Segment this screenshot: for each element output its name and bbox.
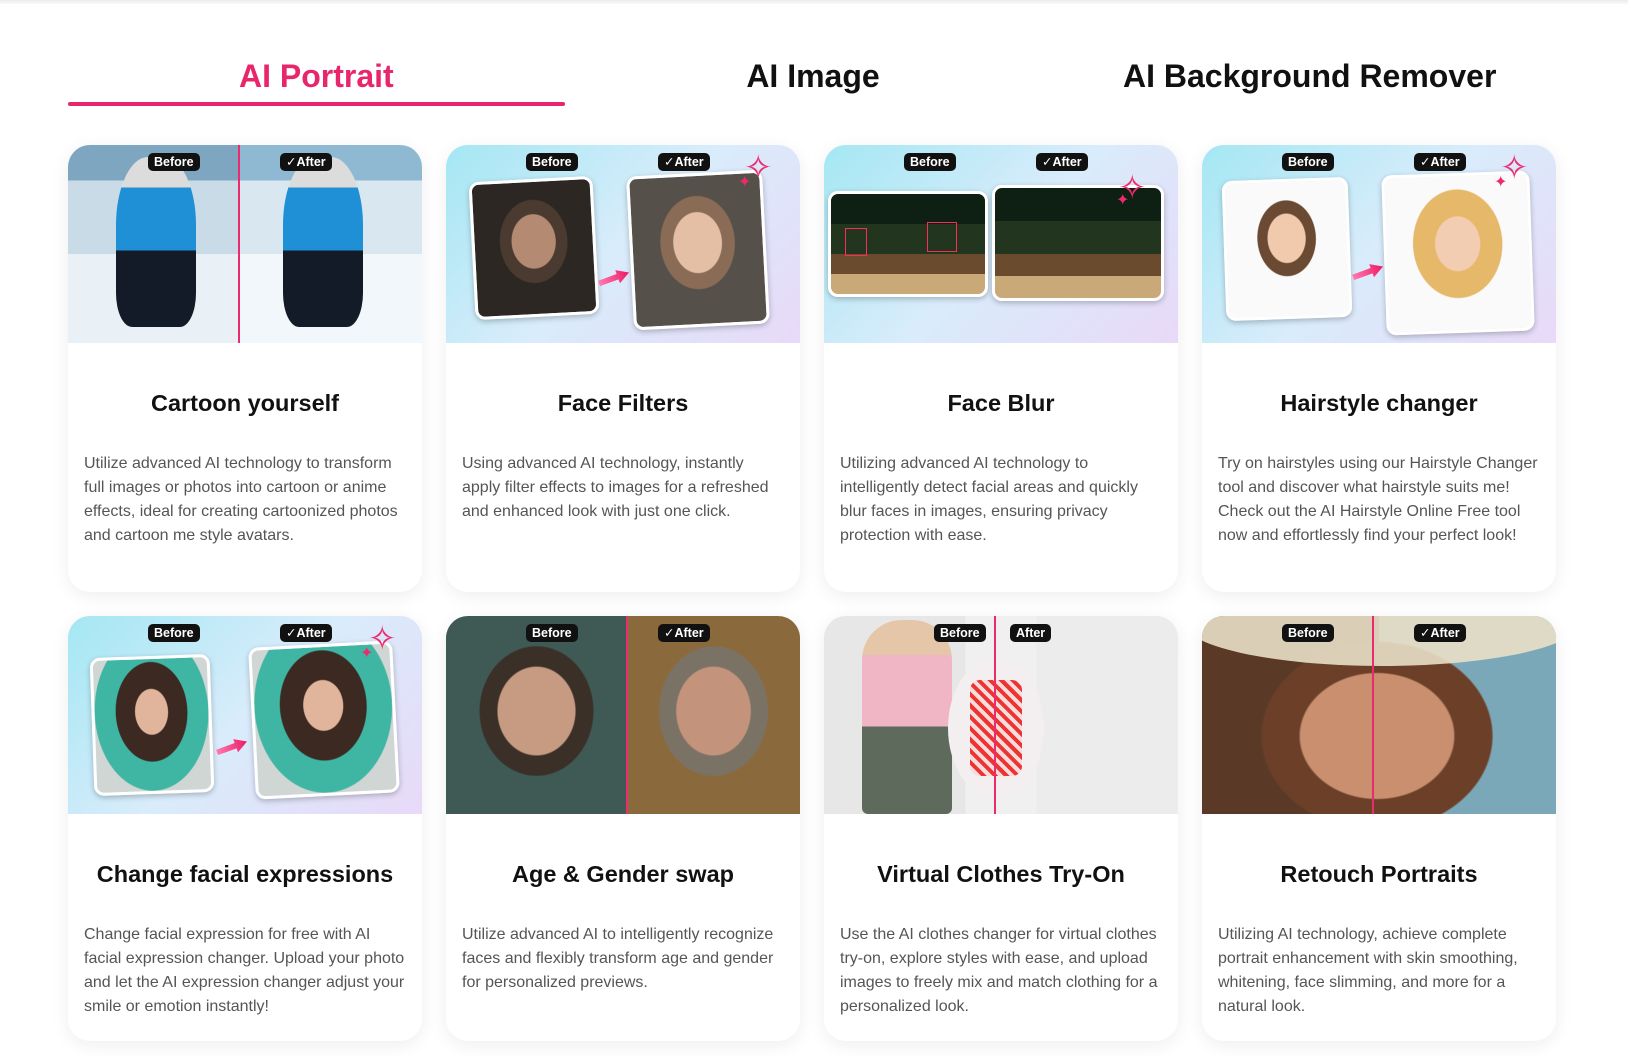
before-badge: Before (148, 624, 200, 642)
card-title: Face Blur (947, 390, 1055, 416)
before-after-thumbnail: Before ✓After (68, 145, 422, 343)
after-badge: After (1010, 624, 1052, 642)
before-badge: Before (148, 153, 200, 171)
card-description: Change facial expression for free with A… (84, 926, 405, 1015)
tool-card-face-blur[interactable]: ✧ ✦ Before ✓After Face Blur Utilizing ad… (824, 145, 1178, 592)
before-badge: Before (526, 153, 578, 171)
card-description: Utilizing advanced AI technology to inte… (840, 455, 1138, 544)
tool-card-cartoon-yourself[interactable]: Before ✓After Cartoon yourself Utilize a… (68, 145, 422, 592)
tool-card-face-filters[interactable]: ✧ ✦ Before ✓After Face Filters Using adv… (446, 145, 800, 592)
before-badge: Before (1282, 153, 1334, 171)
top-border (0, 0, 1628, 4)
model-before (862, 620, 952, 814)
after-badge: ✓After (658, 624, 710, 642)
before-image (68, 145, 239, 343)
card-description: Utilizing AI technology, achieve complet… (1218, 926, 1518, 1015)
tool-card-virtual-clothes-try-on[interactable]: Before After Virtual Clothes Try-On Use … (824, 616, 1178, 1041)
garment-circle (948, 658, 1044, 798)
card-description: Utilize advanced AI technology to transf… (84, 455, 398, 544)
split-divider (1372, 616, 1374, 814)
after-image (1381, 170, 1535, 336)
before-after-thumbnail: ✧ ✦ Before ✓After (68, 616, 422, 814)
card-title: Hairstyle changer (1280, 390, 1478, 416)
tab-ai-image[interactable]: AI Image (565, 40, 1062, 106)
before-image (1221, 176, 1353, 322)
before-after-thumbnail: Before ✓After (1202, 616, 1556, 814)
category-tabs: AI Portrait AI Image AI Background Remov… (68, 40, 1558, 106)
before-badge: Before (1282, 624, 1334, 642)
before-image (446, 616, 627, 814)
before-after-thumbnail: Before After (824, 616, 1178, 814)
card-title: Retouch Portraits (1280, 861, 1478, 887)
tool-card-age-gender-swap[interactable]: Before ✓After Age & Gender swap Utilize … (446, 616, 800, 1041)
split-divider (994, 616, 996, 814)
card-description: Using advanced AI technology, instantly … (462, 455, 769, 520)
sparkle-icon: ✦ (738, 174, 752, 191)
before-image (89, 653, 215, 797)
arrow-icon (597, 266, 632, 290)
before-after-thumbnail: Before ✓After (446, 616, 800, 814)
tool-grid: Before ✓After Cartoon yourself Utilize a… (68, 145, 1556, 1041)
after-badge: ✓After (280, 624, 332, 642)
card-title: Face Filters (557, 390, 689, 416)
card-description: Use the AI clothes changer for virtual c… (840, 926, 1158, 1015)
before-image (828, 191, 988, 297)
before-badge: Before (934, 624, 986, 642)
after-image (626, 169, 770, 331)
sparkle-icon: ✦ (360, 645, 374, 662)
before-after-thumbnail: ✧ ✦ Before ✓After (824, 145, 1178, 343)
card-description: Utilize advanced AI to intelligently rec… (462, 926, 774, 991)
after-image (248, 640, 400, 800)
before-badge: Before (904, 153, 956, 171)
tool-card-hairstyle-changer[interactable]: ✧ ✦ Before ✓After Hairstyle changer Try … (1202, 145, 1556, 592)
hat (1202, 616, 1556, 666)
arrow-icon (1351, 260, 1386, 284)
tool-card-change-facial-expressions[interactable]: ✧ ✦ Before ✓After Change facial expressi… (68, 616, 422, 1041)
card-description: Try on hairstyles using our Hairstyle Ch… (1218, 455, 1538, 544)
before-image (468, 175, 600, 321)
tool-card-retouch-portraits[interactable]: Before ✓After Retouch Portraits Utilizin… (1202, 616, 1556, 1041)
before-after-thumbnail: ✧ ✦ Before ✓After (1202, 145, 1556, 343)
after-badge: ✓After (280, 153, 332, 171)
before-badge: Before (526, 624, 578, 642)
split-divider (238, 145, 240, 343)
sparkle-icon: ✦ (1494, 174, 1508, 191)
sparkle-icon: ✦ (1116, 192, 1130, 209)
tab-ai-portrait[interactable]: AI Portrait (68, 40, 565, 106)
tab-ai-background-remover[interactable]: AI Background Remover (1061, 40, 1558, 106)
after-image (239, 145, 422, 343)
model-after (1042, 620, 1142, 814)
split-divider (626, 616, 628, 814)
arrow-icon (215, 735, 250, 759)
after-badge: ✓After (1414, 624, 1466, 642)
card-title: Age & Gender swap (512, 861, 734, 887)
card-title: Virtual Clothes Try-On (877, 861, 1125, 887)
after-badge: ✓After (1036, 153, 1088, 171)
before-after-thumbnail: ✧ ✦ Before ✓After (446, 145, 800, 343)
after-image (627, 616, 800, 814)
after-badge: ✓After (658, 153, 710, 171)
card-title: Cartoon yourself (150, 390, 340, 416)
after-badge: ✓After (1414, 153, 1466, 171)
card-title: Change facial expressions (96, 861, 394, 887)
